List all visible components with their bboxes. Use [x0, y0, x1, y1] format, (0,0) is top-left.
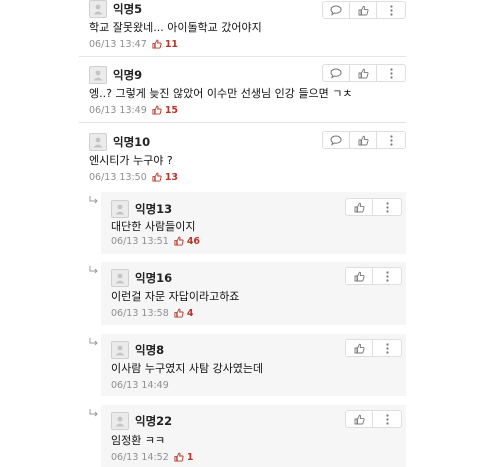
vertical-ellipsis-icon: [385, 410, 389, 429]
comment-nickname: 익명9: [113, 68, 143, 82]
reply-text: 이런걸 자문 자답이라고하죠: [111, 290, 240, 303]
comment-meta: 06/13 13:50 13: [89, 171, 178, 187]
thumbs-up-icon: [152, 172, 162, 187]
reply-meta: 06/13 14:49: [111, 379, 169, 393]
reply-item: 익명16 이런걸 자문 자답이라고하죠 06/13 13:58 4: [101, 262, 406, 325]
reply-text: 임정환 ㅋㅋ: [111, 434, 166, 447]
comment-nickname: 익명10: [113, 135, 151, 149]
thumbs-up-icon: [174, 236, 184, 251]
more-button[interactable]: [376, 131, 406, 149]
like-count: 46: [186, 236, 201, 247]
comment-meta: 06/13 13:47 11: [89, 38, 178, 54]
like-count: 4: [186, 308, 194, 319]
comment-timestamp: 06/13 13:47: [89, 39, 147, 50]
avatar: [89, 0, 107, 18]
reply-meta: 06/13 14:52 1: [111, 451, 193, 467]
reply-arrow-icon: [89, 196, 98, 204]
reply-item: 익명22 임정환 ㅋㅋ 06/13 14:52 1: [101, 405, 406, 467]
thumbs-up-icon: [152, 39, 162, 54]
speech-bubble-icon: [330, 1, 342, 20]
comment-item: 익명5 학교 잘못왔네... 아이돌학교 갔어야지 06/13 13:47 11: [79, 0, 406, 57]
like-button[interactable]: [345, 339, 373, 357]
reply-meta: 06/13 13:51 46: [111, 235, 200, 251]
reply-text: 이사람 누구였지 사탐 강사였는데: [111, 362, 264, 375]
like-button[interactable]: [349, 131, 377, 149]
reply-arrow-icon: [89, 266, 98, 274]
comment-text: 엥..? 그렇게 늦진 않았어 이수만 선생님 인강 들으면 ㄱㅊ: [89, 87, 353, 100]
like-count: 15: [164, 105, 179, 116]
reply-actions: [345, 339, 402, 357]
reply-text: 대단한 사람들이지: [111, 220, 196, 233]
comment-timestamp: 06/13 13:49: [89, 105, 147, 116]
more-button[interactable]: [372, 267, 402, 285]
avatar: [111, 412, 129, 430]
reply-nickname: 익명22: [135, 414, 173, 428]
vertical-ellipsis-icon: [389, 1, 393, 20]
thumbs-up-icon: [354, 267, 365, 286]
more-button[interactable]: [372, 339, 402, 357]
vertical-ellipsis-icon: [385, 198, 389, 217]
thumbs-up-icon: [174, 308, 184, 323]
avatar: [111, 269, 129, 287]
like-button[interactable]: [345, 198, 373, 216]
comment-actions: [322, 131, 406, 149]
reply-button[interactable]: [322, 64, 350, 82]
comment-text: 엔시티가 누구야 ?: [89, 154, 173, 167]
reply-button[interactable]: [322, 131, 350, 149]
comment-meta: 06/13 13:49 15: [89, 104, 178, 120]
like-count: 13: [164, 172, 179, 183]
reply-nickname: 익명8: [135, 343, 165, 357]
thumbs-up-icon: [354, 339, 365, 358]
reply-arrow-icon: [89, 409, 98, 417]
comment-actions: [322, 1, 406, 19]
reply-timestamp: 06/13 13:51: [111, 236, 169, 247]
reply-timestamp: 06/13 14:49: [111, 380, 169, 391]
avatar: [89, 133, 107, 151]
more-button[interactable]: [372, 410, 402, 428]
thumbs-up-icon: [174, 452, 184, 467]
comment-item: 익명9 엥..? 그렇게 늦진 않았어 이수만 선생님 인강 들으면 ㄱㅊ 06…: [79, 64, 406, 123]
like-button[interactable]: [349, 1, 377, 19]
vertical-ellipsis-icon: [389, 64, 393, 83]
reply-actions: [345, 410, 402, 428]
comment-text: 학교 잘못왔네... 아이돌학교 갔어야지: [89, 21, 262, 34]
thumbs-up-icon: [358, 1, 369, 20]
thumbs-up-icon: [152, 105, 162, 120]
like-button[interactable]: [349, 64, 377, 82]
thumbs-up-icon: [354, 410, 365, 429]
comment-item: 익명10 엔시티가 누구야 ? 06/13 13:50 13: [79, 131, 406, 189]
avatar: [89, 66, 107, 84]
like-button[interactable]: [345, 267, 373, 285]
reply-arrow-icon: [89, 338, 98, 346]
speech-bubble-icon: [330, 64, 342, 83]
comment-timestamp: 06/13 13:50: [89, 172, 147, 183]
like-button[interactable]: [345, 410, 373, 428]
vertical-ellipsis-icon: [385, 267, 389, 286]
vertical-ellipsis-icon: [385, 339, 389, 358]
more-button[interactable]: [376, 64, 406, 82]
thumbs-up-icon: [358, 131, 369, 150]
avatar: [111, 341, 129, 359]
reply-actions: [345, 267, 402, 285]
reply-nickname: 익명16: [135, 271, 173, 285]
comment-nickname: 익명5: [113, 2, 143, 16]
reply-actions: [345, 198, 402, 216]
thumbs-up-icon: [354, 198, 365, 217]
avatar: [111, 200, 129, 218]
reply-item: 익명8 이사람 누구였지 사탐 강사였는데 06/13 14:49: [101, 334, 406, 396]
speech-bubble-icon: [330, 131, 342, 150]
reply-button[interactable]: [322, 1, 350, 19]
reply-nickname: 익명13: [135, 202, 173, 216]
vertical-ellipsis-icon: [389, 131, 393, 150]
reply-timestamp: 06/13 13:58: [111, 308, 169, 319]
more-button[interactable]: [376, 1, 406, 19]
like-count: 11: [164, 39, 179, 50]
thumbs-up-icon: [358, 64, 369, 83]
reply-meta: 06/13 13:58 4: [111, 307, 193, 323]
more-button[interactable]: [372, 198, 402, 216]
reply-timestamp: 06/13 14:52: [111, 452, 169, 463]
like-count: 1: [186, 452, 194, 463]
reply-item: 익명13 대단한 사람들이지 06/13 13:51 46: [101, 192, 406, 254]
comment-actions: [322, 64, 406, 82]
